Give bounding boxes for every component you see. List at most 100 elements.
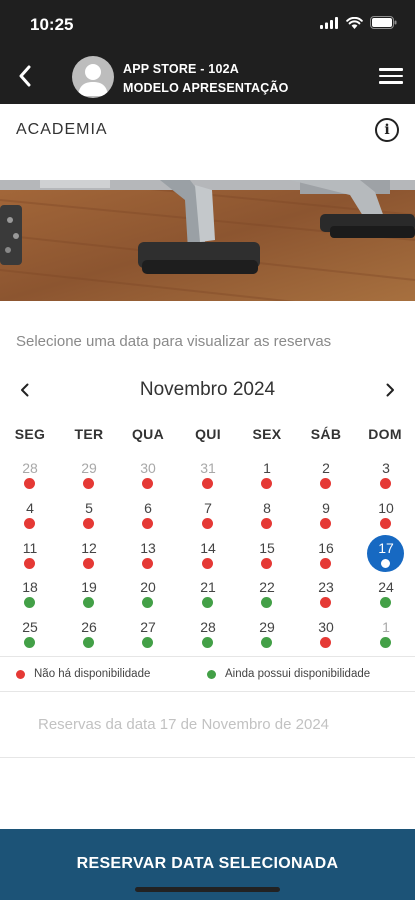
calendar-day[interactable]: 18: [10, 579, 50, 613]
calendar-day[interactable]: 16: [306, 540, 346, 574]
header-title: APP STORE - 102A: [123, 62, 239, 76]
header-text: APP STORE - 102A MODELO APRESENTAÇÃO: [123, 60, 289, 98]
calendar-day[interactable]: 28: [10, 460, 50, 494]
divider: [0, 757, 415, 758]
calendar-day-number: 5: [85, 500, 93, 516]
unavailable-dot-icon: [83, 558, 94, 569]
available-dot-icon: [380, 637, 391, 648]
calendar-day-number: 29: [81, 460, 97, 476]
menu-line: [379, 68, 403, 71]
unavailable-dot-icon: [261, 478, 272, 489]
avatar-icon: [78, 64, 108, 96]
calendar-day[interactable]: 15: [247, 540, 287, 574]
weekday-label: DOM: [368, 426, 402, 442]
calendar-day[interactable]: 30: [306, 619, 346, 653]
wifi-icon: [346, 16, 363, 29]
available-dot-icon: [261, 597, 272, 608]
calendar-day[interactable]: 23: [306, 579, 346, 613]
back-button[interactable]: [12, 62, 38, 90]
available-dot-icon: [83, 597, 94, 608]
calendar-day[interactable]: 31: [188, 460, 228, 494]
unavailable-dot-icon: [202, 478, 213, 489]
calendar-day[interactable]: 30: [128, 460, 168, 494]
calendar-day-number: 24: [378, 579, 394, 595]
weekday-label: QUA: [131, 426, 164, 442]
section-title: ACADEMIA: [16, 121, 108, 138]
calendar-day[interactable]: 22: [247, 579, 287, 613]
equipment-left: [0, 205, 22, 265]
calendar-day[interactable]: 29: [69, 460, 109, 494]
calendar-day-number: 15: [259, 540, 275, 556]
calendar-day-number: 2: [322, 460, 330, 476]
calendar-day[interactable]: 5: [69, 500, 109, 534]
calendar-day-number: 10: [378, 500, 394, 516]
available-dot-icon: [142, 597, 153, 608]
calendar-day[interactable]: 29: [247, 619, 287, 653]
calendar-day-number: 9: [322, 500, 330, 516]
green-dot-icon: [207, 669, 216, 679]
calendar-day-number: 30: [140, 460, 156, 476]
weekday-label: QUI: [195, 426, 221, 442]
calendar-day-number: 29: [259, 619, 275, 635]
unavailable-dot-icon: [83, 518, 94, 529]
next-month-button[interactable]: [378, 378, 402, 402]
calendar-day[interactable]: 1: [247, 460, 287, 494]
calendar-day[interactable]: 8: [247, 500, 287, 534]
calendar-day-number: 22: [259, 579, 275, 595]
available-dot-icon: [202, 597, 213, 608]
calendar-day-number: 6: [144, 500, 152, 516]
status-bar: 10:25: [0, 0, 415, 48]
calendar-day[interactable]: 11: [10, 540, 50, 574]
legend-unavailable-label: Não há disponibilidade: [34, 668, 151, 680]
calendar-day[interactable]: 1: [366, 619, 406, 653]
calendar-day[interactable]: 27: [128, 619, 168, 653]
calendar-day[interactable]: 3: [366, 460, 406, 494]
calendar-day-number: 1: [263, 460, 271, 476]
calendar-day[interactable]: 20: [128, 579, 168, 613]
unavailable-dot-icon: [142, 478, 153, 489]
calendar-day[interactable]: 9: [306, 500, 346, 534]
calendar-day[interactable]: 26: [69, 619, 109, 653]
unavailable-dot-icon: [83, 478, 94, 489]
calendar-day[interactable]: 21: [188, 579, 228, 613]
calendar-day[interactable]: 14: [188, 540, 228, 574]
menu-line: [379, 74, 403, 78]
info-icon[interactable]: i: [375, 118, 399, 142]
unavailable-dot-icon: [24, 518, 35, 529]
hamburger-menu-button[interactable]: [379, 64, 403, 88]
calendar-day-number: 27: [140, 619, 156, 635]
weekday-label: SÁB: [310, 426, 342, 442]
selected-date-text: Reservas da data 17 de Novembro de 2024: [38, 716, 330, 733]
unavailable-dot-icon: [320, 637, 331, 648]
battery-icon: [370, 16, 397, 29]
reserve-date-label: RESERVAR DATA SELECIONADA: [76, 855, 339, 872]
calendar-day[interactable]: 6: [128, 500, 168, 534]
calendar-day[interactable]: 25: [10, 619, 50, 653]
gym-hero-image: [0, 180, 415, 301]
calendar-day-number: 4: [26, 500, 34, 516]
calendar-day[interactable]: 13: [128, 540, 168, 574]
calendar-day[interactable]: 7: [188, 500, 228, 534]
calendar-day-number: 18: [22, 579, 38, 595]
signal-icon: [320, 16, 338, 29]
calendar-day[interactable]: 12: [69, 540, 109, 574]
calendar-day-selected[interactable]: 17: [366, 535, 406, 574]
calendar-day-number: 23: [318, 579, 334, 595]
calendar-day[interactable]: 2: [306, 460, 346, 494]
calendar-day-number: 12: [81, 540, 97, 556]
available-dot-icon: [24, 637, 35, 648]
calendar-day[interactable]: 4: [10, 500, 50, 534]
calendar-day[interactable]: 10: [366, 500, 406, 534]
calendar-day[interactable]: 28: [188, 619, 228, 653]
status-time: 10:25: [30, 15, 74, 34]
calendar-day-number: 28: [22, 460, 38, 476]
header-subtitle: MODELO APRESENTAÇÃO: [123, 81, 289, 95]
chevron-right-icon: [386, 383, 394, 397]
avatar[interactable]: [72, 56, 114, 98]
status-icons: [320, 16, 397, 29]
calendar-day[interactable]: 19: [69, 579, 109, 613]
legend-unavailable: Não há disponibilidade: [16, 668, 150, 680]
calendar-day-number: 30: [318, 619, 334, 635]
calendar-day-number: 17: [378, 540, 394, 556]
calendar-day[interactable]: 24: [366, 579, 406, 613]
